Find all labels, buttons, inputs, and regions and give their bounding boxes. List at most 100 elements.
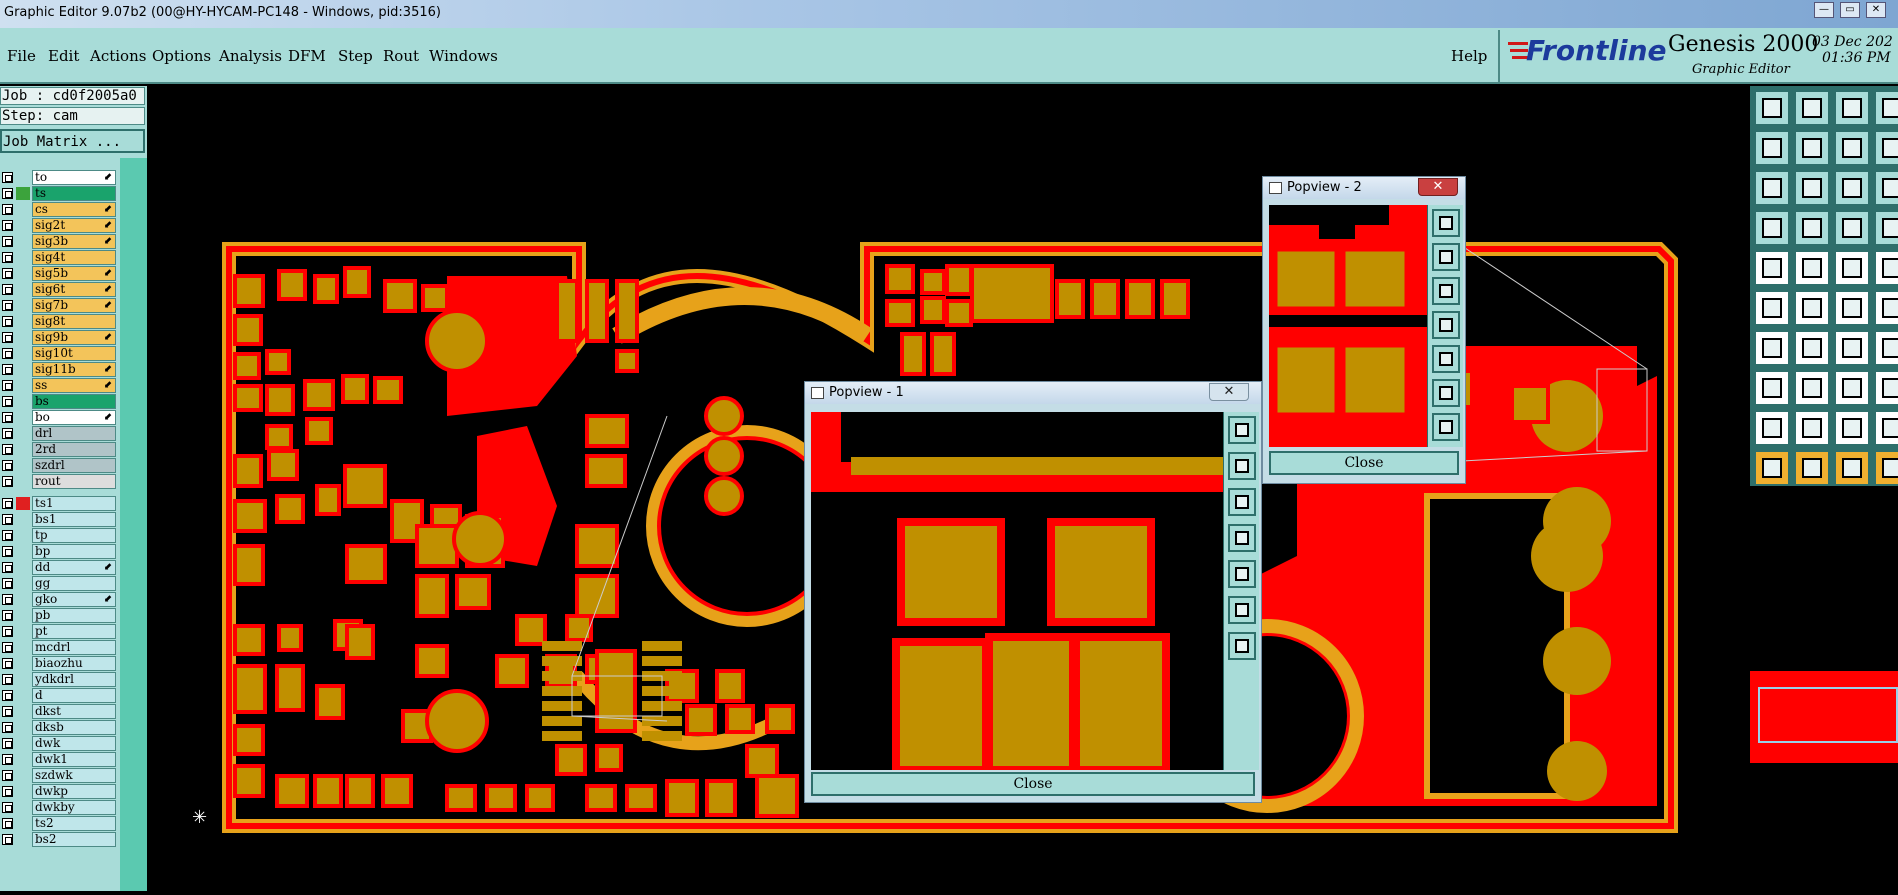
- layer-checkbox[interactable]: [2, 460, 13, 471]
- layer-name[interactable]: tp: [32, 528, 116, 543]
- layer-row-bo[interactable]: bo ⬋: [0, 410, 118, 425]
- layer-row-ydkdrl[interactable]: ydkdrl: [0, 672, 118, 687]
- layer-checkbox[interactable]: [2, 722, 13, 733]
- tool-button-6-icon[interactable]: [1794, 130, 1830, 166]
- layer-color-swatch[interactable]: [16, 673, 30, 686]
- menu-step[interactable]: Step: [338, 47, 373, 65]
- layer-color-swatch[interactable]: [16, 513, 30, 526]
- layer-name[interactable]: dwk: [32, 736, 116, 751]
- tool-button-37-icon[interactable]: [1754, 450, 1790, 486]
- popview-fit-icon[interactable]: [1432, 379, 1460, 407]
- tool-button-29-icon[interactable]: [1754, 370, 1790, 406]
- layer-row-sig4t[interactable]: sig4t: [0, 250, 118, 265]
- layer-name[interactable]: d: [32, 688, 116, 703]
- layer-color-swatch[interactable]: [16, 187, 30, 200]
- layer-color-swatch[interactable]: [16, 283, 30, 296]
- tool-button-26-icon[interactable]: [1794, 330, 1830, 366]
- layer-name[interactable]: sig2t ⬋: [32, 218, 116, 233]
- layer-checkbox[interactable]: [2, 348, 13, 359]
- layer-checkbox[interactable]: [2, 204, 13, 215]
- layer-name[interactable]: bp: [32, 544, 116, 559]
- tool-button-32-icon[interactable]: [1874, 370, 1898, 406]
- layer-checkbox[interactable]: [2, 594, 13, 605]
- tool-button-7-icon[interactable]: [1834, 130, 1870, 166]
- popview-1-close-x[interactable]: ✕: [1209, 383, 1249, 401]
- tool-button-40-icon[interactable]: [1874, 450, 1898, 486]
- layer-name[interactable]: dwkby: [32, 800, 116, 815]
- layer-checkbox[interactable]: [2, 428, 13, 439]
- layer-checkbox[interactable]: [2, 236, 13, 247]
- job-matrix-button[interactable]: Job Matrix ...: [0, 129, 145, 153]
- popview-snapshot-icon[interactable]: [1228, 452, 1256, 480]
- tool-button-10-icon[interactable]: [1794, 170, 1830, 206]
- tool-button-9-icon[interactable]: [1754, 170, 1790, 206]
- layer-color-swatch[interactable]: [16, 331, 30, 344]
- layer-row-dwkby[interactable]: dwkby: [0, 800, 118, 815]
- tool-button-1-icon[interactable]: [1754, 90, 1790, 126]
- layer-scrollbar[interactable]: [120, 158, 147, 891]
- layer-row-dksb[interactable]: dksb: [0, 720, 118, 735]
- tool-button-5-icon[interactable]: [1754, 130, 1790, 166]
- layer-name[interactable]: sig10t: [32, 346, 116, 361]
- layer-name[interactable]: sig8t: [32, 314, 116, 329]
- layer-color-swatch[interactable]: [16, 609, 30, 622]
- close-window-button[interactable]: ✕: [1866, 2, 1886, 18]
- layer-row-szdrl[interactable]: szdrl: [0, 458, 118, 473]
- layer-name[interactable]: bs2: [32, 832, 116, 847]
- layer-color-swatch[interactable]: [16, 299, 30, 312]
- layer-row-bp[interactable]: bp: [0, 544, 118, 559]
- layer-color-swatch[interactable]: [16, 459, 30, 472]
- layer-color-swatch[interactable]: [16, 801, 30, 814]
- layer-checkbox[interactable]: [2, 284, 13, 295]
- layer-name[interactable]: ss ⬋: [32, 378, 116, 393]
- layer-row-tp[interactable]: tp: [0, 528, 118, 543]
- layer-name[interactable]: dwk1: [32, 752, 116, 767]
- layer-color-swatch[interactable]: [16, 203, 30, 216]
- popview-print-icon[interactable]: [1432, 277, 1460, 305]
- popview-right-icon[interactable]: [1432, 345, 1460, 373]
- layer-name[interactable]: mcdrl: [32, 640, 116, 655]
- menu-actions[interactable]: Actions: [90, 47, 146, 65]
- layer-checkbox[interactable]: [2, 268, 13, 279]
- layer-name[interactable]: szdwk: [32, 768, 116, 783]
- popview-2-close-button[interactable]: Close: [1269, 451, 1459, 475]
- tool-button-31-icon[interactable]: [1834, 370, 1870, 406]
- layer-color-swatch[interactable]: [16, 721, 30, 734]
- layer-color-swatch[interactable]: [16, 657, 30, 670]
- tool-button-33-icon[interactable]: [1754, 410, 1790, 446]
- tool-button-18-icon[interactable]: [1794, 250, 1830, 286]
- layer-name[interactable]: sig3b ⬋: [32, 234, 116, 249]
- layer-color-swatch[interactable]: [16, 737, 30, 750]
- layer-row-ts1[interactable]: ts1: [0, 496, 118, 511]
- popview-2-close-x[interactable]: ✕: [1418, 178, 1458, 196]
- layer-row-sig9b[interactable]: sig9b ⬋: [0, 330, 118, 345]
- layer-color-swatch[interactable]: [16, 785, 30, 798]
- tool-button-34-icon[interactable]: [1794, 410, 1830, 446]
- layer-name[interactable]: sig4t: [32, 250, 116, 265]
- layer-color-swatch[interactable]: [16, 753, 30, 766]
- layer-color-swatch[interactable]: [16, 379, 30, 392]
- tool-button-24-icon[interactable]: [1874, 290, 1898, 326]
- layer-row-dwk[interactable]: dwk: [0, 736, 118, 751]
- tool-button-39-icon[interactable]: [1834, 450, 1870, 486]
- layer-color-swatch[interactable]: [16, 251, 30, 264]
- tool-button-21-icon[interactable]: [1754, 290, 1790, 326]
- layer-name[interactable]: sig5b ⬋: [32, 266, 116, 281]
- layer-row-bs[interactable]: bs: [0, 394, 118, 409]
- restore-button[interactable]: ▭: [1840, 2, 1860, 18]
- layer-row-sig2t[interactable]: sig2t ⬋: [0, 218, 118, 233]
- tool-button-28-icon[interactable]: [1874, 330, 1898, 366]
- layer-row-pb[interactable]: pb: [0, 608, 118, 623]
- tool-button-27-icon[interactable]: [1834, 330, 1870, 366]
- layer-name[interactable]: dwkp: [32, 784, 116, 799]
- layer-name[interactable]: bs1: [32, 512, 116, 527]
- popview-right-icon[interactable]: [1228, 560, 1256, 588]
- layer-row-gko[interactable]: gko ⬋: [0, 592, 118, 607]
- menu-file[interactable]: File: [7, 47, 36, 65]
- popview-1-close-button[interactable]: Close: [811, 772, 1255, 796]
- layer-color-swatch[interactable]: [16, 235, 30, 248]
- layer-color-swatch[interactable]: [16, 689, 30, 702]
- layer-color-swatch[interactable]: [16, 625, 30, 638]
- popview-expand-icon[interactable]: [1228, 632, 1256, 660]
- layer-name[interactable]: dkst: [32, 704, 116, 719]
